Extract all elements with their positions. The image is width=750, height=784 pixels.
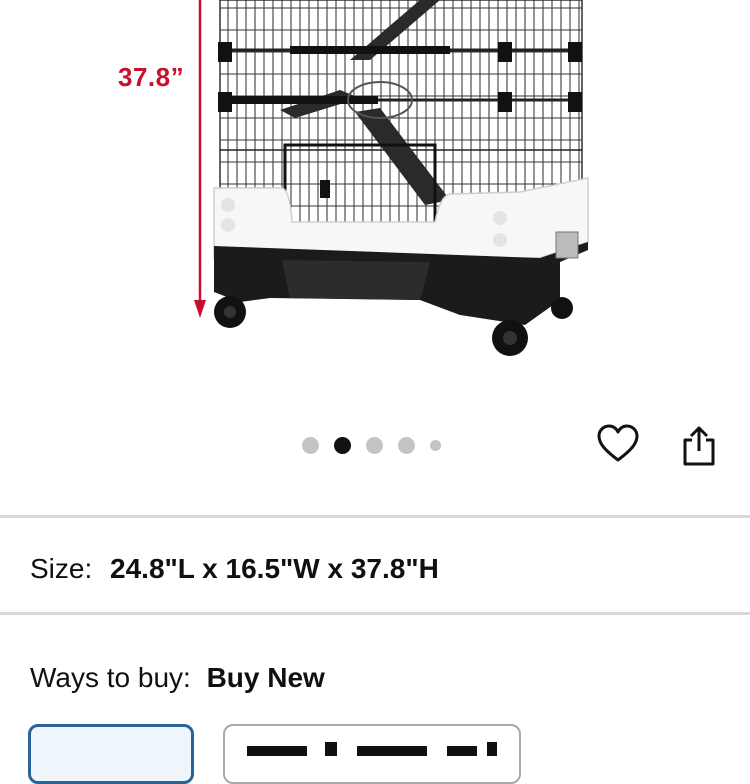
pagination-dot-3[interactable] (366, 436, 383, 454)
favorite-button[interactable] (596, 424, 640, 464)
pagination-dot-2[interactable] (334, 436, 351, 454)
divider (0, 515, 750, 518)
share-icon (683, 426, 715, 466)
pagination-dot-4[interactable] (398, 436, 415, 454)
size-selector[interactable]: Size: 24.8"L x 16.5"W x 37.8"H (30, 553, 439, 585)
ways-to-buy: Ways to buy: Buy New (30, 662, 325, 694)
divider (0, 612, 750, 615)
share-button[interactable] (680, 424, 718, 468)
image-pagination (302, 436, 456, 454)
pagination-dot-1[interactable] (302, 436, 319, 454)
height-dimension-label: 37.8” (118, 62, 185, 92)
buy-option-new[interactable] (28, 724, 194, 784)
size-value: 24.8"L x 16.5"W x 37.8"H (110, 553, 439, 584)
ways-to-buy-label: Ways to buy: (30, 662, 191, 693)
buy-option-other[interactable] (223, 724, 521, 784)
heart-icon (597, 424, 639, 462)
product-image[interactable]: 37.8” (0, 0, 750, 395)
ways-to-buy-value: Buy New (206, 662, 325, 693)
option-text-partial (247, 742, 497, 756)
pagination-dot-5[interactable] (430, 439, 441, 451)
size-label: Size: (30, 553, 93, 584)
cage-illustration (194, 0, 589, 356)
